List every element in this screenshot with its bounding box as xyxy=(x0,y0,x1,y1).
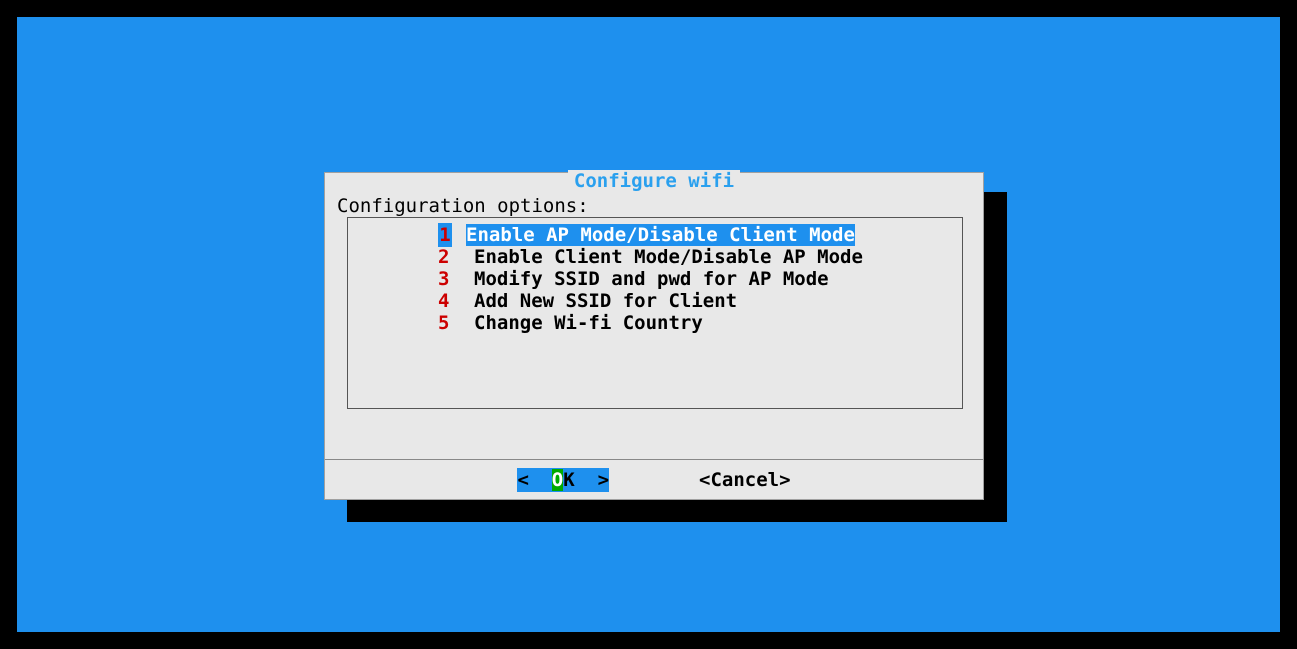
dialog-button-bar: < OK > <Cancel> xyxy=(325,459,983,499)
dialog-prompt: Configuration options: xyxy=(337,195,589,217)
option-enable-client-mode[interactable]: 2Enable Client Mode/Disable AP Mode xyxy=(348,246,962,268)
option-change-country[interactable]: 5Change Wi-fi Country xyxy=(348,312,962,334)
option-add-ssid[interactable]: 4Add New SSID for Client xyxy=(348,290,962,312)
ok-button[interactable]: < OK > xyxy=(517,468,609,492)
options-list: 1Enable AP Mode/Disable Client Mode 2Ena… xyxy=(347,217,963,409)
terminal-screen: Configure wifi Configuration options: 1E… xyxy=(17,17,1280,632)
option-enable-ap-mode[interactable]: 1Enable AP Mode/Disable Client Mode xyxy=(348,224,962,246)
dialog-title: Configure wifi xyxy=(325,170,983,192)
option-modify-ssid[interactable]: 3Modify SSID and pwd for AP Mode xyxy=(348,268,962,290)
cancel-button[interactable]: <Cancel> xyxy=(699,469,791,491)
config-dialog: Configure wifi Configuration options: 1E… xyxy=(324,172,984,500)
